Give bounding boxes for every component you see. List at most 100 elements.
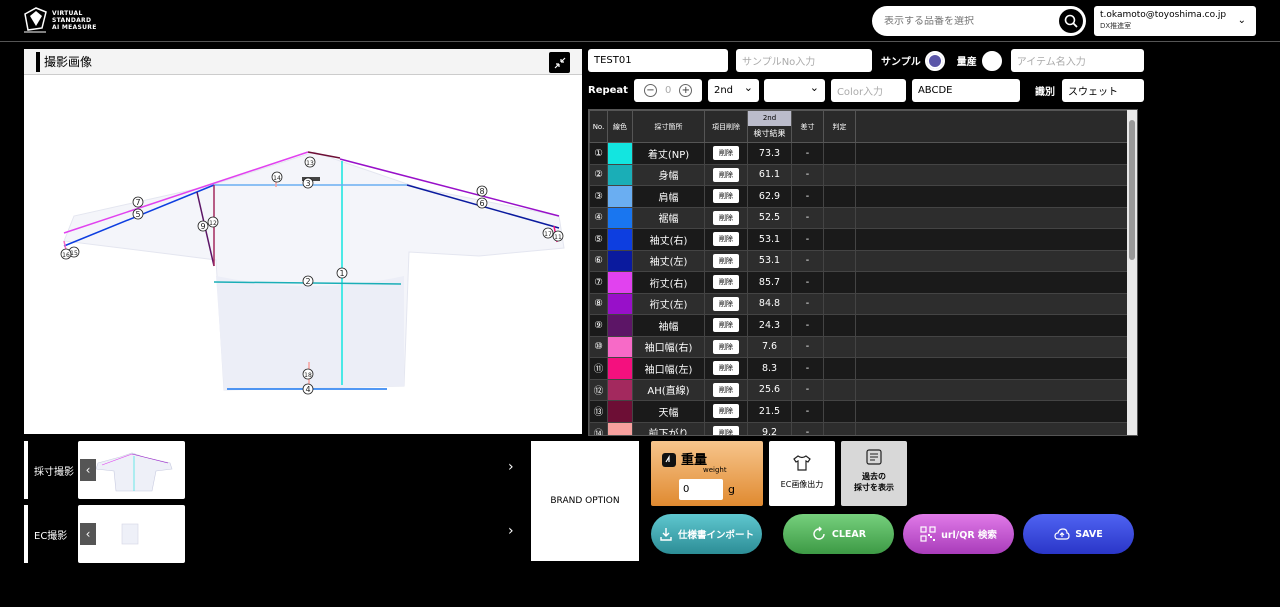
row-empty-cell — [855, 335, 1130, 358]
weight-panel: 重量 weight 0 g — [651, 441, 763, 506]
marker-8: 8 — [476, 185, 488, 197]
marker-5: 5 — [132, 208, 144, 220]
row-result-value[interactable]: 7.6 — [747, 335, 792, 358]
product-search-input[interactable] — [884, 15, 1054, 27]
row-result-value[interactable]: 21.5 — [747, 400, 792, 423]
save-button[interactable]: SAVE — [1023, 514, 1134, 554]
test-id-field[interactable]: TEST01 — [588, 49, 728, 72]
svg-text:1: 1 — [339, 269, 344, 278]
row-delete-cell: 削除 — [704, 292, 748, 315]
id-label: 識別 — [1034, 87, 1055, 98]
row-result-value[interactable]: 85.7 — [747, 271, 792, 294]
table-row: ⑤ 袖丈(右) 削除 53.1- — [589, 228, 1130, 251]
row-result-value[interactable]: 24.3 — [747, 314, 792, 337]
row-delete-button[interactable]: 削除 — [713, 382, 739, 397]
row-diff-value: - — [791, 292, 824, 315]
plus-icon[interactable]: + — [679, 84, 693, 97]
row-delete-button[interactable]: 削除 — [713, 275, 739, 290]
clear-button[interactable]: CLEAR — [783, 514, 894, 554]
svg-text:3: 3 — [305, 179, 310, 188]
row-result-value[interactable]: 9.2 — [747, 421, 792, 435]
app-logo[interactable]: VIRTUAL STANDARD AI MEASURE — [22, 6, 97, 34]
row-delete-button[interactable]: 削除 — [713, 146, 739, 161]
row-delete-cell: 削除 — [704, 163, 748, 186]
row-place-name: 袖幅 — [632, 314, 705, 337]
col-no: No. — [589, 110, 608, 143]
row-number: ⑤ — [589, 228, 608, 251]
row-judge-value — [823, 378, 856, 401]
ec-next-button[interactable]: › — [508, 523, 514, 539]
item-name-field[interactable]: アイテム名入力 — [1010, 49, 1144, 72]
table-row: ⑫ AH(直線) 削除 25.6- — [589, 378, 1130, 401]
row-number: ④ — [589, 206, 608, 229]
row-delete-button[interactable]: 削除 — [713, 425, 739, 435]
row-result-value[interactable]: 53.1 — [747, 249, 792, 272]
row-delete-button[interactable]: 削除 — [713, 339, 739, 354]
row-result-value[interactable]: 8.3 — [747, 357, 792, 380]
row-place-name: 身幅 — [632, 163, 705, 186]
minus-icon[interactable]: − — [643, 84, 657, 97]
marker-3: 3 — [302, 177, 314, 189]
col-empty — [855, 110, 1130, 143]
scroll-thumb[interactable] — [1129, 120, 1135, 260]
row-delete-button[interactable]: 削除 — [713, 253, 739, 268]
row-judge-value — [823, 314, 856, 337]
table-row: ⑦ 裄丈(右) 削除 85.7- — [589, 271, 1130, 294]
row-result-value[interactable]: 73.3 — [747, 142, 792, 165]
row-result-value[interactable]: 53.1 — [747, 228, 792, 251]
row-delete-button[interactable]: 削除 — [713, 189, 739, 204]
row-color-swatch — [607, 421, 633, 435]
user-menu[interactable]: t.okamoto@toyoshima.co.jp DX推進室 ⌄ — [1094, 6, 1256, 36]
measure-next-button[interactable]: › — [508, 459, 514, 475]
col-result: 2nd 検寸結果 — [747, 110, 792, 143]
row-empty-cell — [855, 142, 1130, 165]
code-field[interactable]: ABCDE — [911, 79, 1020, 102]
row-delete-button[interactable]: 削除 — [713, 167, 739, 182]
mass-radio[interactable] — [981, 50, 1002, 71]
extra-select[interactable] — [763, 79, 825, 102]
document-icon — [866, 449, 882, 465]
app-header: VIRTUAL STANDARD AI MEASURE t.okamoto@to… — [0, 0, 1280, 42]
row-result-value[interactable]: 52.5 — [747, 206, 792, 229]
measure-prev-button[interactable]: ‹ — [80, 459, 96, 481]
row-diff-value: - — [791, 249, 824, 272]
size-select[interactable]: 2nd — [707, 79, 759, 102]
import-button[interactable]: 仕様書インポート — [651, 514, 762, 554]
ec-prev-button[interactable]: ‹ — [80, 523, 96, 545]
row-result-value[interactable]: 62.9 — [747, 185, 792, 208]
sample-radio[interactable] — [924, 50, 945, 71]
id-field[interactable]: スウェット — [1061, 79, 1144, 102]
row-delete-button[interactable]: 削除 — [713, 232, 739, 247]
row-result-value[interactable]: 61.1 — [747, 163, 792, 186]
collapse-button[interactable] — [549, 52, 570, 73]
row-delete-button[interactable]: 削除 — [713, 404, 739, 419]
row-judge-value — [823, 228, 856, 251]
brand-option-button[interactable]: BRAND OPTION — [531, 441, 639, 561]
marker-7: 7 — [132, 196, 144, 208]
row-delete-button[interactable]: 削除 — [713, 296, 739, 311]
ec-output-button[interactable]: EC画像出力 — [769, 441, 835, 506]
past-measure-button[interactable]: 過去の 採寸を表示 — [841, 441, 907, 506]
row-delete-cell: 削除 — [704, 249, 748, 272]
search-button[interactable] — [1059, 9, 1083, 33]
qr-search-button[interactable]: url/QR 検索 — [903, 514, 1014, 554]
row-delete-button[interactable]: 削除 — [713, 318, 739, 333]
table-header: No. 線色 採寸箇所 項目削除 2nd 検寸結果 差寸 判定 — [589, 110, 1130, 143]
svg-text:7: 7 — [135, 198, 140, 207]
table-scrollbar[interactable] — [1127, 110, 1137, 435]
weight-input[interactable]: 0 — [679, 479, 723, 500]
row-delete-button[interactable]: 削除 — [713, 210, 739, 225]
form-row-1: TEST01 サンプルNo入力 サンプル 量産 アイテム名入力 — [588, 49, 1144, 72]
svg-text:13: 13 — [306, 160, 314, 167]
table-row: ⑧ 裄丈(左) 削除 84.8- — [589, 292, 1130, 315]
row-result-value[interactable]: 84.8 — [747, 292, 792, 315]
sample-no-field[interactable]: サンプルNo入力 — [736, 49, 872, 72]
row-delete-button[interactable]: 削除 — [713, 361, 739, 376]
row-number: ③ — [589, 185, 608, 208]
row-result-value[interactable]: 25.6 — [747, 378, 792, 401]
row-judge-value — [823, 421, 856, 435]
past-measure-label-1: 過去の — [862, 472, 886, 481]
row-place-name: 裄丈(左) — [632, 292, 705, 315]
color-field[interactable]: Color入力 — [830, 79, 906, 102]
ec-photo-label: EC撮影 — [34, 531, 68, 542]
